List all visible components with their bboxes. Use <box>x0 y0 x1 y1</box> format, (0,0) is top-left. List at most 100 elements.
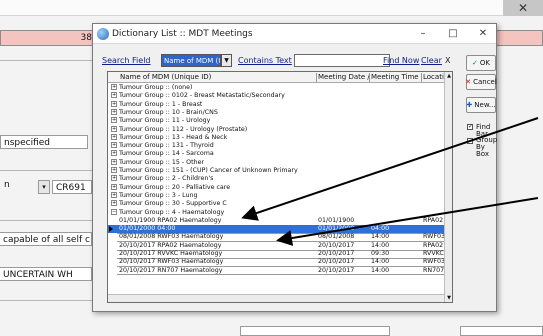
list-item-label: Tumour Group :: 13 - Head & Neck <box>119 133 228 141</box>
vertical-scrollbar[interactable]: ▲ ▼ <box>444 72 452 302</box>
list-item[interactable]: + Tumour Group :: (none) <box>108 84 444 92</box>
list-item[interactable]: + Tumour Group :: 0102 - Breast Metastati… <box>108 92 444 100</box>
meetings-list[interactable]: Name of MDM (Unique ID) Meeting Date / M… <box>107 71 453 303</box>
cancel-label: Cancel <box>473 78 497 86</box>
cancel-button[interactable]: ✕ Cancel <box>465 74 497 90</box>
dictionary-list-dialog: Dictionary List :: MDT Meetings – □ ✕ Se… <box>92 23 497 312</box>
group-by-box-label: Group By Box <box>476 136 498 158</box>
list-item-label: Tumour Group :: 14 - Sarcoma <box>119 150 214 158</box>
list-item[interactable]: + Tumour Group :: 15 - Other <box>108 158 444 167</box>
app-icon <box>97 27 109 40</box>
list-item[interactable]: − Tumour Group :: 4 - Haematology <box>108 208 444 217</box>
divider <box>0 60 92 61</box>
expand-icon[interactable]: + <box>111 133 117 140</box>
list-item[interactable]: + Tumour Group :: 151 - (CUP) Cancer of U… <box>108 167 444 175</box>
list-item-label: Tumour Group :: 15 - Other <box>119 158 205 166</box>
find-bar-checkbox[interactable]: ✓ <box>467 124 473 130</box>
expand-icon[interactable]: + <box>111 142 117 149</box>
background-field-number[interactable]: 38 <box>0 30 96 46</box>
expand-icon[interactable]: + <box>111 200 117 207</box>
list-item-label: Tumour Group :: 2 - Children's <box>119 175 214 183</box>
column-header-date[interactable]: Meeting Date / <box>318 72 370 83</box>
horizontal-scrollbar[interactable] <box>108 294 444 302</box>
list-item[interactable]: + Tumour Group :: 13 - Head & Neck <box>108 133 444 142</box>
expand-icon[interactable]: + <box>111 150 117 157</box>
list-item-label: Tumour Group :: 30 - Supportive C <box>119 200 227 208</box>
background-field-cr[interactable]: CR691 <box>52 180 92 194</box>
expand-icon[interactable]: + <box>111 100 117 107</box>
clear-x-icon[interactable]: X <box>445 56 450 65</box>
background-field-capable[interactable]: capable of all self c <box>0 232 92 246</box>
current-row-marker-icon <box>109 226 113 233</box>
column-header-name[interactable]: Name of MDM (Unique ID) <box>120 72 211 83</box>
divider <box>0 300 92 301</box>
find-now-button[interactable]: Find Now <box>383 56 419 65</box>
list-item-label: Tumour Group :: 3 - Lung <box>119 191 198 199</box>
background-label-n: n <box>4 180 10 190</box>
expand-icon[interactable]: + <box>111 92 117 99</box>
row-divider <box>117 274 444 276</box>
list-item[interactable]: + Tumour Group :: 30 - Supportive C <box>108 200 444 208</box>
ok-button[interactable]: ✓ OK <box>466 55 496 71</box>
chevron-down-icon[interactable]: ▼ <box>221 54 232 67</box>
expand-icon[interactable]: + <box>111 191 117 198</box>
list-item-label: Tumour Group :: 151 - (CUP) Cancer of Un… <box>119 167 298 174</box>
expand-icon[interactable]: + <box>111 158 117 165</box>
list-item[interactable]: + Tumour Group :: 11 - Urology <box>108 117 444 125</box>
cancel-icon: ✕ <box>465 78 472 86</box>
new-button[interactable]: ✚ New... <box>466 97 496 113</box>
background-title-bar <box>0 0 543 16</box>
list-item-label: Tumour Group :: 11 - Urology <box>119 117 211 125</box>
expand-icon[interactable]: + <box>111 175 117 182</box>
minimize-icon[interactable]: – <box>408 24 438 44</box>
expand-icon[interactable]: + <box>111 84 117 90</box>
search-field-select[interactable]: Name of MDM (Unique ID) <box>161 54 221 67</box>
expand-icon[interactable]: + <box>111 183 117 190</box>
background-pink-field[interactable] <box>496 30 543 46</box>
new-label: New... <box>474 101 496 109</box>
close-icon[interactable]: ✕ <box>503 0 543 16</box>
background-field-unspecified[interactable]: nspecified <box>0 135 88 149</box>
new-icon: ✚ <box>466 101 473 109</box>
list-item-label: Tumour Group :: 131 - Thyroid <box>119 142 214 150</box>
scroll-down-icon[interactable]: ▼ <box>445 294 452 302</box>
expand-icon[interactable]: + <box>111 117 117 124</box>
list-item-label: Tumour Group :: 10 - Brain/CNS <box>119 108 218 116</box>
contains-text-input[interactable] <box>294 54 390 67</box>
collapse-icon[interactable]: − <box>111 208 117 215</box>
ok-label: OK <box>479 59 490 67</box>
list-item-label: Tumour Group :: 20 - Palliative care <box>119 183 231 191</box>
list-item[interactable]: + Tumour Group :: 14 - Sarcoma <box>108 150 444 158</box>
list-item-label: Tumour Group :: 0102 - Breast Metastatic… <box>119 92 285 100</box>
divider <box>0 220 92 221</box>
search-field-label: Search Field <box>102 56 151 65</box>
list-item[interactable]: + Tumour Group :: 1 - Breast <box>108 100 444 109</box>
background-field-uncertain[interactable]: UNCERTAIN WH <box>0 267 92 281</box>
expand-icon[interactable]: + <box>111 167 117 173</box>
list-item[interactable]: + Tumour Group :: 112 - Urology (Prostate… <box>108 125 444 134</box>
group-by-box-checkbox[interactable] <box>467 138 473 144</box>
list-item[interactable]: + Tumour Group :: 131 - Thyroid <box>108 142 444 150</box>
search-row: Search Field Name of MDM (Unique ID) ▼ C… <box>102 54 496 70</box>
list-item-label: Tumour Group :: (none) <box>119 84 193 91</box>
check-icon: ✓ <box>472 59 478 67</box>
list-item[interactable]: + Tumour Group :: 20 - Palliative care <box>108 183 444 192</box>
clear-button[interactable]: Clear <box>421 56 442 65</box>
list-item[interactable]: + Tumour Group :: 2 - Children's <box>108 175 444 183</box>
maximize-icon[interactable]: □ <box>438 24 468 44</box>
dialog-close-icon[interactable]: ✕ <box>468 24 498 44</box>
column-header-time[interactable]: Meeting Time <box>371 72 419 83</box>
contains-text-label: Contains Text <box>238 56 292 65</box>
expand-icon[interactable]: + <box>111 108 117 115</box>
list-item-label: Tumour Group :: 1 - Breast <box>119 100 203 108</box>
dialog-title: Dictionary List :: MDT Meetings <box>112 28 253 39</box>
expand-icon[interactable]: + <box>111 125 117 132</box>
chevron-down-icon[interactable]: ▾ <box>38 180 50 194</box>
list-item[interactable]: + Tumour Group :: 10 - Brain/CNS <box>108 108 444 117</box>
background-bottom-field-2[interactable] <box>460 326 543 336</box>
divider <box>0 170 92 171</box>
background-bottom-field[interactable] <box>240 326 390 336</box>
scroll-up-icon[interactable]: ▲ <box>445 72 452 80</box>
list-item[interactable]: + Tumour Group :: 3 - Lung <box>108 191 444 200</box>
list-item-label: Tumour Group :: 4 - Haematology <box>119 208 225 216</box>
